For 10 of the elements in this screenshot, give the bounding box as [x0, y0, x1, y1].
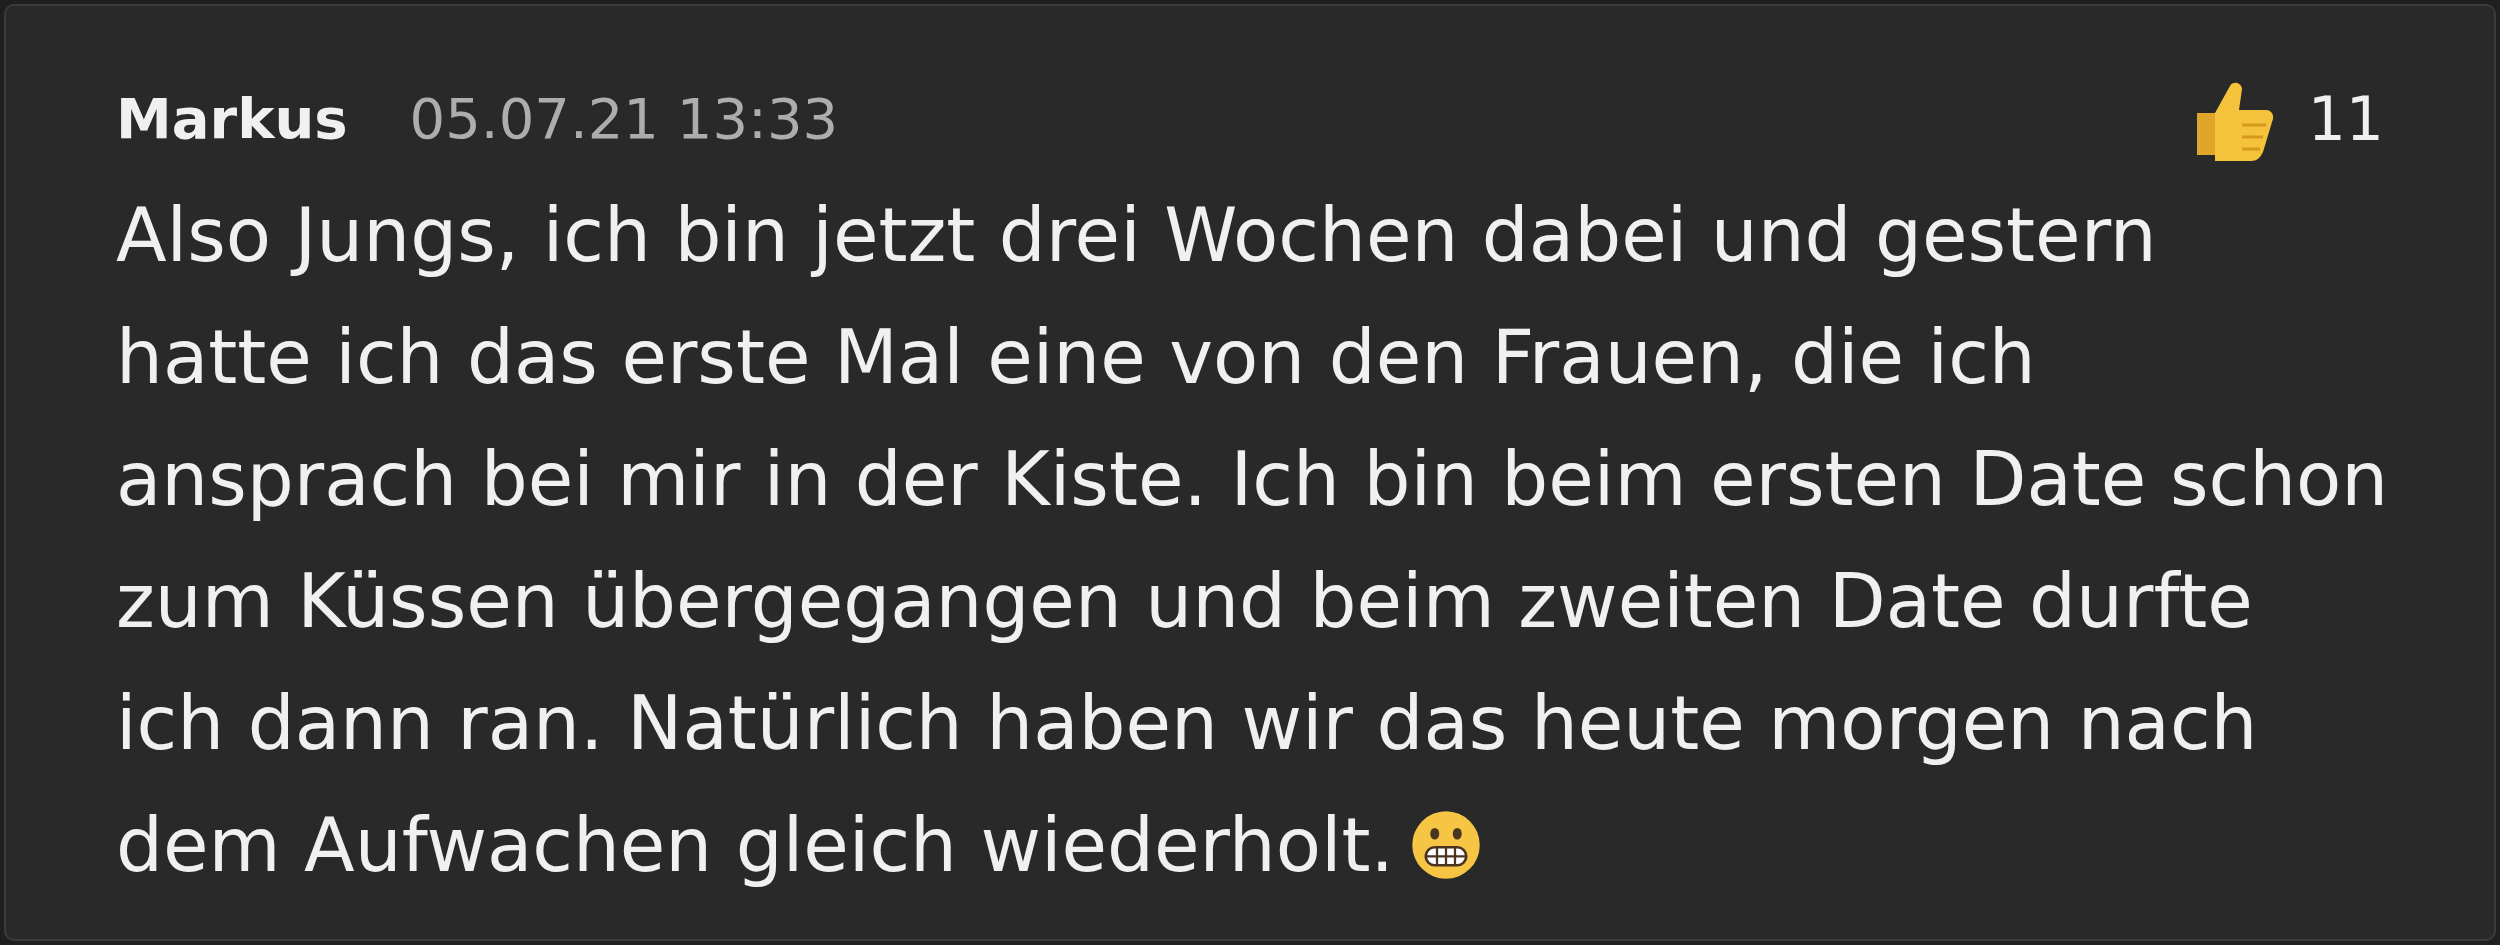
message-text-line: ansprach bei mir in der Kiste. Ich bin beim ersten Date schon — [116, 435, 2389, 524]
grimacing-face-icon — [1410, 809, 1483, 881]
message-text-line: dem Aufwachen gleich wiederholt. — [116, 801, 1395, 890]
message-text-line: hatte ich das erste Mal eine von den Frauen, die ich — [116, 313, 2036, 402]
reaction-count: 11 — [2307, 83, 2384, 156]
message-text-line: Also Jungs, ich bin jetzt drei Wochen dabei und gestern — [116, 191, 2157, 280]
author-name: Markus — [116, 85, 348, 153]
message-timestamp: 05.07.21 13:33 — [409, 85, 839, 153]
message-text-line: zum Küssen übergegangen und beim zweiten Date durfte — [116, 557, 2253, 646]
message-text-line: ich dann ran. Natürlich haben wir das heute morgen nach — [116, 679, 2258, 768]
